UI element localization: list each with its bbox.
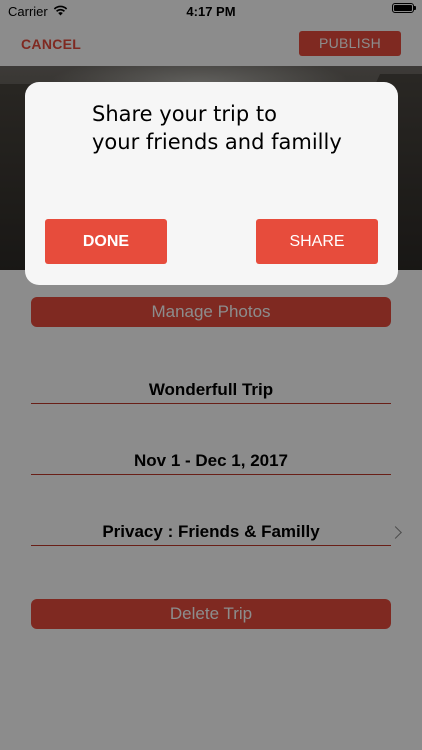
- share-dialog: Share your trip to your friends and fami…: [25, 82, 398, 285]
- done-button[interactable]: DONE: [45, 219, 167, 264]
- share-dialog-message: Share your trip to your friends and fami…: [92, 102, 342, 154]
- share-button[interactable]: SHARE: [256, 219, 378, 264]
